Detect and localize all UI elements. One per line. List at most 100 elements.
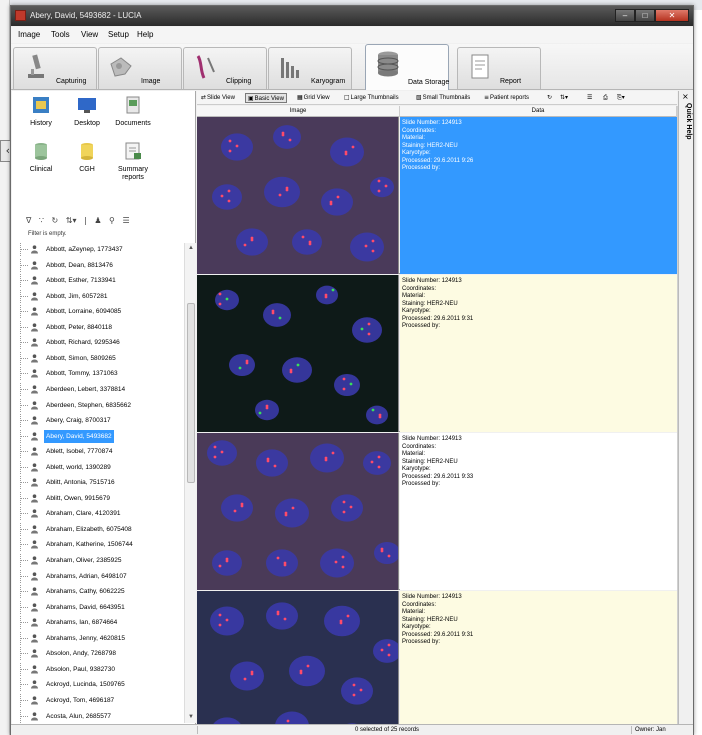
record-data[interactable]: Slide Number: 124913 Coordinates: Material… (400, 433, 677, 590)
small-thumbnails-button[interactable]: ▧Small Thumbnails (414, 93, 472, 103)
patient-list-item[interactable]: Abbott, aZeynep, 1773437 (20, 243, 184, 256)
app-icon (15, 10, 26, 21)
patient-list-item[interactable]: Abbott, Peter, 8840118 (20, 320, 184, 334)
add-patient-icon[interactable]: ♟ (94, 216, 101, 225)
menu-setup[interactable]: Setup (108, 30, 129, 39)
large-thumbnails-button[interactable]: □Large Thumbnails (342, 93, 401, 103)
column-header-data[interactable]: Data (400, 106, 677, 117)
fish-signal (387, 643, 391, 647)
tab-image[interactable]: Image (98, 47, 182, 89)
patient-list-item[interactable]: Abraham, Clare, 4120391 (20, 507, 184, 521)
menu-tools[interactable]: Tools (51, 30, 70, 39)
cell-nucleus (334, 373, 360, 397)
patient-list-item[interactable]: Abbott, Tommy, 1371063 (20, 367, 184, 381)
record-thumbnail[interactable] (197, 433, 399, 590)
tab-capturing[interactable]: Capturing (13, 47, 97, 89)
scroll-thumb[interactable] (187, 303, 195, 483)
record-thumbnail[interactable] (197, 591, 399, 724)
shortcut-clinical[interactable]: Clinical (18, 141, 64, 174)
columns-icon[interactable]: ☰ (122, 216, 129, 225)
patient-list-item[interactable]: Abrahams, Adrian, 6498107 (20, 569, 184, 583)
refresh-icon[interactable]: ↻ (52, 216, 59, 225)
patient-list-item[interactable]: Acosta, Alun, 2685577 (20, 709, 184, 723)
patient-list-item[interactable]: Abbott, Dean, 8813476 (20, 258, 184, 272)
tab-clipping[interactable]: Clipping (183, 47, 267, 89)
quick-help-close-icon[interactable]: × (682, 92, 689, 101)
patient-list-item[interactable]: Ackroyd, Tom, 4696187 (20, 693, 184, 707)
patient-list-item[interactable]: Ablitt, Antonia, 7515716 (20, 476, 184, 490)
export-icon[interactable]: ⎘▾ (615, 93, 628, 103)
patient-list-item[interactable]: Absolon, Andy, 7268798 (20, 647, 184, 661)
sort-records-icon[interactable]: ⇅▾ (558, 93, 571, 103)
patient-list-item[interactable]: Abbott, Jim, 6057281 (20, 289, 184, 303)
record-row[interactable]: Slide Number: 124913 Coordinates: Material… (197, 591, 677, 724)
shortcut-cgh[interactable]: CGH (64, 141, 110, 174)
patient-list-item[interactable]: Ablitt, Owen, 9915679 (20, 491, 184, 505)
patient-list-item[interactable]: Abrahams, Jenny, 4620815 (20, 631, 184, 645)
quick-help-tab[interactable]: Quick Help (682, 103, 692, 140)
shortcut-desktop[interactable]: Desktop (64, 95, 110, 128)
clear-filter-icon[interactable]: ∵ (39, 216, 44, 225)
fish-signal (360, 327, 364, 331)
scroll-down-arrow[interactable]: ▼ (185, 712, 197, 723)
column-header-image[interactable]: Image (197, 106, 400, 117)
patient-reports-button[interactable]: ≡Patient reports (482, 93, 531, 103)
patient-list-item[interactable]: Abery, Craig, 8700317 (20, 414, 184, 428)
patient-list-item[interactable]: Abbott, Esther, 7133941 (20, 274, 184, 288)
columns-records-icon[interactable]: ☰ (585, 93, 595, 103)
tab-data-storage-label: Data Storage (408, 79, 450, 86)
menu-view[interactable]: View (81, 30, 98, 39)
search-patient-icon[interactable]: ⚲ (109, 216, 115, 225)
record-row[interactable]: Slide Number: 124913 Coordinates: Material… (197, 433, 677, 590)
tab-data-storage[interactable]: Data Storage (365, 44, 449, 90)
filter-icon[interactable]: ∇ (26, 216, 31, 225)
record-row[interactable]: Slide Number: 124913 Coordinates: Material… (197, 275, 677, 432)
record-field-coordinates: Coordinates: (402, 601, 437, 608)
patient-list-item[interactable]: Ablett, Isobel, 7770874 (20, 445, 184, 459)
patient-list-item[interactable]: Aberdeen, Stephen, 6835662 (20, 398, 184, 412)
tab-karyogram[interactable]: Karyogram (268, 47, 352, 89)
cell-nucleus (292, 229, 322, 255)
menu-help[interactable]: Help (137, 30, 153, 39)
record-thumbnail[interactable] (197, 117, 399, 274)
patient-list-item[interactable]: Abrahams, David, 6643951 (20, 600, 184, 614)
patient-list-item[interactable]: Abbott, Simon, 5809265 (20, 351, 184, 365)
maximize-button[interactable]: □ (635, 9, 655, 22)
patient-list-item[interactable]: Abraham, Oliver, 2385925 (20, 554, 184, 567)
patient-list-item[interactable]: Abraham, Katherine, 1506744 (20, 538, 184, 552)
tree-connector (20, 289, 28, 303)
patient-list-item[interactable]: Abrahams, Cathy, 6062225 (20, 585, 184, 599)
patient-list-item[interactable]: Ablett, world, 1390289 (20, 460, 184, 474)
close-button[interactable]: ✕ (655, 9, 689, 22)
refresh-records-icon[interactable]: ↻ (545, 93, 555, 103)
patient-list-item[interactable]: Abraham, Elizabeth, 6075408 (20, 522, 184, 536)
print-icon[interactable]: ⎙ (601, 93, 611, 103)
menu-image[interactable]: Image (18, 30, 40, 39)
patient-list-item[interactable]: Abbott, Richard, 9295346 (20, 336, 184, 350)
record-thumbnail[interactable] (197, 275, 399, 432)
patient-list-item[interactable]: Ackroyd, Lucinda, 1509765 (20, 678, 184, 692)
basic-view-button[interactable]: ▣Basic View (245, 93, 287, 103)
record-data[interactable]: Slide Number: 124913 Coordinates: Material… (400, 591, 677, 724)
record-data[interactable]: Slide Number: 124913 Coordinates: Material… (400, 275, 677, 432)
status-separator (631, 726, 632, 734)
shortcut-history[interactable]: History (18, 95, 64, 128)
patient-list-item[interactable]: Aberdeen, Lebert, 3378814 (20, 382, 184, 396)
scroll-up-arrow[interactable]: ▲ (185, 243, 197, 254)
title-bar[interactable]: Abery, David, 5493682 - LUCIA – □ ✕ (11, 6, 693, 26)
patient-list-item[interactable]: Abrahams, Ian, 6874664 (20, 616, 184, 630)
patient-list-scrollbar[interactable]: ▲ ▼ (184, 243, 196, 723)
tab-report[interactable]: Report (457, 47, 541, 89)
patient-list-item[interactable]: Absolon, Paul, 9382730 (20, 662, 184, 676)
grid-view-button[interactable]: ▦Grid View (295, 93, 332, 103)
minimize-button[interactable]: – (615, 9, 635, 22)
patient-list-item[interactable]: Abbott, Lorraine, 6094085 (20, 305, 184, 319)
shortcut-documents[interactable]: Documents (110, 95, 156, 128)
record-data[interactable]: Slide Number: 124913 Coordinates: Material… (400, 117, 677, 274)
record-row[interactable]: Slide Number: 124913 Coordinates: Material… (197, 117, 677, 274)
patient-icon (31, 307, 38, 316)
slide-view-button[interactable]: ⇄Slide View (199, 93, 237, 103)
sort-icon[interactable]: ⇅▾ (66, 216, 77, 225)
shortcut-summary-reports[interactable]: Summary reports (110, 141, 156, 182)
patient-list-item[interactable]: Abery, David, 5493682 (20, 429, 184, 443)
